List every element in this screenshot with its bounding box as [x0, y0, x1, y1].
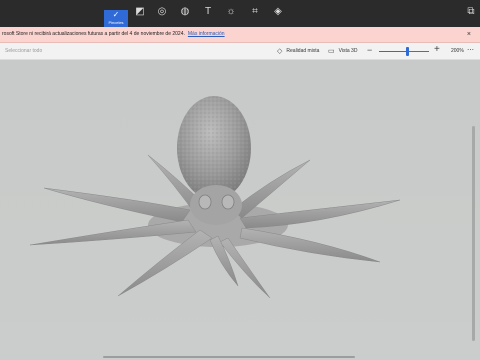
effects-icon[interactable]: ☼: [224, 5, 238, 19]
3d-shapes-icon[interactable]: ◎: [155, 5, 169, 19]
2d-shapes-icon[interactable]: ◩: [133, 5, 147, 19]
octopus-3d-model[interactable]: [0, 60, 480, 360]
deprecation-notice-bar: rosoft Store ni recibirá actualizaciones…: [0, 27, 480, 43]
canvas-area[interactable]: [0, 60, 480, 360]
3d-library-icon[interactable]: ◈: [271, 5, 285, 19]
view-toolbar: Seleccionar todo ◇ Realidad mixta ▭ Vista …: [0, 43, 480, 60]
zoom-slider[interactable]: [379, 47, 429, 56]
zoom-slider-thumb[interactable]: [405, 47, 409, 56]
mixed-reality-button[interactable]: ◇ Realidad mixta: [277, 47, 319, 55]
zoom-in-button[interactable]: +: [434, 44, 440, 55]
notice-message: rosoft Store ni recibirá actualizaciones…: [2, 31, 225, 37]
mixed-reality-icon: ◇: [277, 48, 283, 55]
close-icon[interactable]: ×: [467, 30, 471, 39]
view-3d-button[interactable]: ▭ Vista 3D: [328, 47, 357, 55]
view-3d-icon: ▭: [328, 48, 335, 55]
zoom-slider-fill: [379, 51, 407, 52]
top-ribbon: ✓ Pinceles ◩ ◎ ◍ T ☼ ⌗ ◈ ⧉: [0, 0, 480, 27]
brushes-tool-label: Pinceles: [108, 20, 124, 25]
stickers-icon[interactable]: ◍: [178, 5, 192, 19]
more-info-link[interactable]: Más información: [188, 31, 225, 37]
canvas-icon[interactable]: ⌗: [248, 5, 262, 19]
select-all-button[interactable]: Seleccionar todo: [5, 48, 42, 54]
horizontal-scrollbar[interactable]: [103, 356, 355, 358]
brushes-tool-button[interactable]: ✓ Pinceles: [104, 10, 128, 27]
zoom-out-button[interactable]: −: [367, 45, 372, 55]
text-icon[interactable]: T: [201, 5, 215, 19]
brush-icon: ✓: [112, 10, 120, 19]
zoom-percent: 200%: [451, 48, 464, 54]
paint-3d-window: ✓ Pinceles ◩ ◎ ◍ T ☼ ⌗ ◈ ⧉ rosoft Store …: [0, 0, 480, 360]
view-3d-label: Vista 3D: [338, 48, 358, 54]
mixed-reality-label: Realidad mixta: [286, 48, 320, 54]
paste-icon[interactable]: ⧉: [464, 5, 478, 19]
more-options-icon[interactable]: ⋯: [467, 46, 474, 54]
vertical-scrollbar[interactable]: [472, 126, 475, 341]
notice-text: rosoft Store ni recibirá actualizaciones…: [2, 31, 185, 37]
